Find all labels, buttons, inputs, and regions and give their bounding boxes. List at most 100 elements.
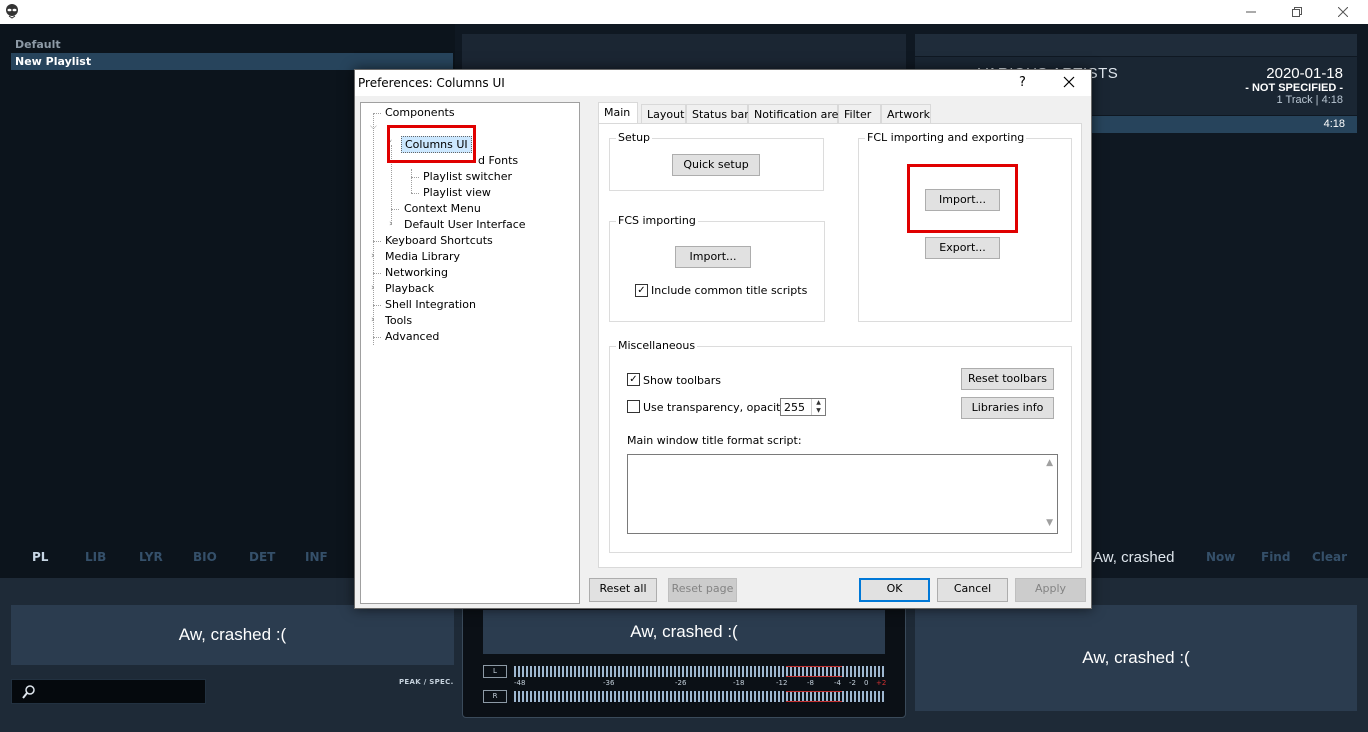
reset-all-button[interactable]: Reset all <box>589 578 657 602</box>
miscellaneous-group: Miscellaneous ✓ Show toolbars Use transp… <box>609 339 1072 553</box>
ok-button[interactable]: OK <box>859 578 930 602</box>
vu-scale-tick: 0 <box>864 679 869 687</box>
preferences-dialog: Preferences: Columns UI ? Components ⌵ ˅… <box>354 69 1092 609</box>
tab-lyr[interactable]: LYR <box>139 550 163 564</box>
tree-item-colours-fonts[interactable]: d Fonts <box>478 154 518 167</box>
tree-guide <box>373 337 381 338</box>
tree-item-advanced[interactable]: Advanced <box>385 330 439 343</box>
title-format-script-input[interactable]: ▲ ▼ <box>627 454 1058 534</box>
peak-spec-label: PEAK / SPEC. <box>399 678 454 686</box>
tree-guide <box>411 193 419 194</box>
tree-item-context-menu[interactable]: Context Menu <box>404 202 481 215</box>
scroll-down-icon[interactable]: ▼ <box>1046 518 1053 528</box>
tab-clear[interactable]: Clear <box>1312 550 1347 564</box>
highlight-box-fcl-import <box>907 164 1018 233</box>
cancel-button[interactable]: Cancel <box>937 578 1008 602</box>
highlight-box-columns-ui <box>387 125 476 163</box>
fcs-group-label: FCS importing <box>616 214 698 227</box>
restore-button[interactable] <box>1274 0 1320 24</box>
search-icon <box>22 685 35 699</box>
dialog-title: Preferences: Columns UI <box>358 76 505 90</box>
fcl-export-button[interactable]: Export... <box>925 237 1000 259</box>
tree-item-shell-integration[interactable]: Shell Integration <box>385 298 476 311</box>
tree-item-keyboard-shortcuts[interactable]: Keyboard Shortcuts <box>385 234 493 247</box>
fcl-group-label: FCL importing and exporting <box>865 131 1027 144</box>
expand-arrow-icon[interactable]: › <box>389 219 393 229</box>
tab-bio[interactable]: BIO <box>193 550 217 564</box>
crash-text-right-tabs: Aw, crashed <box>1093 549 1175 566</box>
libraries-info-button[interactable]: Libraries info <box>961 397 1054 419</box>
reset-page-button[interactable]: Reset page <box>668 578 737 602</box>
playlist-item-default[interactable]: Default <box>11 36 453 53</box>
quick-setup-button[interactable]: Quick setup <box>672 154 760 176</box>
tab-inf[interactable]: INF <box>305 550 328 564</box>
tree-item-playlist-view[interactable]: Playlist view <box>423 186 491 199</box>
vu-scale-tick: -36 <box>603 679 615 687</box>
vu-peak-left <box>786 666 842 677</box>
tree-item-tools[interactable]: Tools <box>385 314 412 327</box>
foobar-alien-icon <box>6 4 18 19</box>
opacity-value: 255 <box>784 401 805 414</box>
window-titlebar <box>0 0 1368 24</box>
tree-item-components[interactable]: Components <box>385 106 455 119</box>
dialog-close-icon[interactable] <box>1061 74 1077 90</box>
show-toolbars-checkbox[interactable]: ✓ <box>627 373 640 386</box>
vu-right-label: R <box>483 690 507 703</box>
expand-arrow-icon[interactable]: › <box>371 251 375 261</box>
now-playing-header <box>915 34 1357 56</box>
fcs-importing-group: FCS importing Import... ✓ Include common… <box>609 214 825 322</box>
artwork-panel <box>462 34 906 70</box>
tab-notification-area[interactable]: Notification area <box>748 104 845 124</box>
track-length: 4:18 <box>1323 118 1345 130</box>
tab-lib[interactable]: LIB <box>85 550 106 564</box>
collapse-arrow-icon[interactable]: ⌵ <box>370 122 377 132</box>
vu-peak-right <box>786 691 842 702</box>
tree-item-playlist-switcher[interactable]: Playlist switcher <box>423 170 512 183</box>
close-button[interactable] <box>1320 0 1366 24</box>
expand-arrow-icon[interactable]: › <box>371 283 375 293</box>
reset-toolbars-button[interactable]: Reset toolbars <box>961 368 1054 390</box>
spin-arrows-icon[interactable]: ▲ ▼ <box>811 399 825 415</box>
tab-layout[interactable]: Layout <box>641 104 686 124</box>
include-title-scripts-label: Include common title scripts <box>651 284 808 297</box>
tree-item-playback[interactable]: Playback <box>385 282 434 295</box>
crashed-panel-right: Aw, crashed :( <box>915 605 1357 711</box>
crashed-panel-left: Aw, crashed :( <box>11 605 454 665</box>
vu-scale-tick: -18 <box>733 679 745 687</box>
tab-filter[interactable]: Filter <box>838 104 881 124</box>
tree-guide <box>373 273 381 274</box>
tree-guide <box>373 305 381 306</box>
opacity-spinner[interactable]: 255 ▲ ▼ <box>780 398 826 416</box>
help-button[interactable]: ? <box>1019 75 1026 90</box>
tab-find[interactable]: Find <box>1261 550 1290 564</box>
close-icon <box>1338 7 1348 17</box>
expand-arrow-icon[interactable]: › <box>371 315 375 325</box>
include-title-scripts-checkbox[interactable]: ✓ <box>635 284 648 297</box>
tab-status-bar[interactable]: Status bar <box>686 104 749 124</box>
vu-scale-tick: -8 <box>807 679 814 687</box>
tab-det[interactable]: DET <box>249 550 275 564</box>
vu-scale-tick: +2 <box>876 679 887 687</box>
use-transparency-label: Use transparency, opacity <box>643 401 787 414</box>
apply-button[interactable]: Apply <box>1015 578 1086 602</box>
tab-now[interactable]: Now <box>1206 550 1235 564</box>
vu-scale-tick: -26 <box>675 679 687 687</box>
tab-pl[interactable]: PL <box>32 550 48 564</box>
tree-item-networking[interactable]: Networking <box>385 266 448 279</box>
preferences-tree[interactable]: Components ⌵ ˅ Columns UI d Fonts Playli… <box>360 102 580 604</box>
vu-scale-tick: -2 <box>849 679 856 687</box>
tree-item-media-library[interactable]: Media Library <box>385 250 460 263</box>
track-count-label: 1 Track | 4:18 <box>1276 94 1343 106</box>
vu-scale-tick: -12 <box>776 679 788 687</box>
tree-item-default-ui[interactable]: Default User Interface <box>404 218 526 231</box>
search-input[interactable] <box>11 679 206 704</box>
playlist-item-new-playlist[interactable]: New Playlist <box>11 53 453 70</box>
scroll-up-icon[interactable]: ▲ <box>1046 458 1053 468</box>
minimize-button[interactable] <box>1228 0 1274 24</box>
crashed-panel-center: Aw, crashed :( <box>483 610 885 654</box>
tab-main[interactable]: Main <box>598 102 638 124</box>
tab-artwork[interactable]: Artwork <box>881 104 931 124</box>
fcs-import-button[interactable]: Import... <box>675 246 751 268</box>
use-transparency-checkbox[interactable] <box>627 400 640 413</box>
tree-guide <box>373 113 374 345</box>
